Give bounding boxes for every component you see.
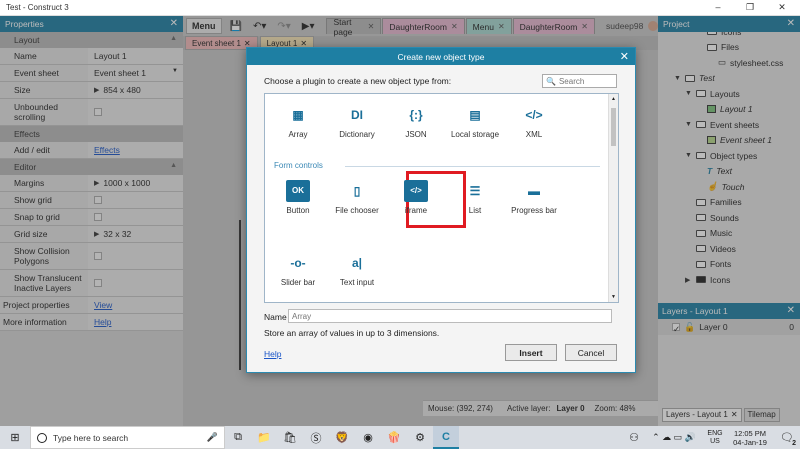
divider bbox=[345, 166, 600, 167]
search-box[interactable]: 🔍 bbox=[542, 74, 617, 88]
notifications-icon[interactable]: 🗨 2 bbox=[774, 426, 800, 449]
plugin-label: Text input bbox=[339, 278, 375, 287]
chrome-icon[interactable]: ◉ bbox=[355, 426, 381, 449]
windows-start-icon[interactable]: ⊞ bbox=[0, 426, 30, 449]
cancel-button[interactable]: Cancel bbox=[565, 344, 617, 361]
name-field[interactable] bbox=[288, 309, 612, 323]
grid-icon: ▦ bbox=[292, 108, 304, 122]
plugin-item[interactable]: ☰ List bbox=[447, 180, 503, 216]
construct-icon[interactable]: C bbox=[433, 426, 459, 449]
plugin-item[interactable]: ▦ Array bbox=[270, 104, 326, 140]
scroll-up-icon[interactable]: ▲ bbox=[611, 96, 616, 102]
maximize-button[interactable]: ❐ bbox=[740, 2, 760, 13]
search-icon: 🔍 bbox=[546, 76, 556, 86]
plugin-item[interactable]: ▤ Local storage bbox=[447, 104, 503, 140]
slider-icon: -o- bbox=[290, 256, 306, 270]
clock[interactable]: 12:05 PM 04-Jan-19 bbox=[726, 429, 774, 447]
plugin-description: Store an array of values in up to 3 dime… bbox=[264, 328, 440, 338]
people-icon[interactable]: ⚇ bbox=[624, 426, 644, 449]
popcorn-icon[interactable]: 🍿 bbox=[381, 426, 407, 449]
button-icon: OK bbox=[286, 180, 310, 202]
task-view-icon[interactable]: ⧉ bbox=[225, 426, 251, 449]
notification-count: 2 bbox=[792, 440, 796, 447]
brave-icon[interactable]: 🦁 bbox=[329, 426, 355, 449]
plugin-item[interactable]: </> iframe bbox=[388, 180, 444, 216]
plugin-label: Slider bar bbox=[280, 278, 316, 287]
list-icon: ☰ bbox=[469, 184, 481, 198]
plugin-item[interactable]: OK Button bbox=[270, 180, 326, 216]
plugin-label: iframe bbox=[404, 206, 428, 215]
plugin-item[interactable]: a| Text input bbox=[329, 252, 385, 288]
text-input-icon: a| bbox=[351, 256, 363, 270]
plugin-label: JSON bbox=[405, 130, 427, 139]
plugin-label: Local storage bbox=[450, 130, 500, 139]
minimize-button[interactable]: – bbox=[708, 2, 728, 12]
dialog-title: Create new object type bbox=[397, 52, 485, 62]
dictionary-icon: DI bbox=[351, 108, 363, 122]
plugin-label: Dictionary bbox=[339, 130, 375, 139]
close-window-button[interactable]: ✕ bbox=[772, 2, 792, 13]
plugin-label: XML bbox=[525, 130, 543, 139]
iframe-icon: </> bbox=[404, 180, 428, 202]
xml-icon: </> bbox=[525, 108, 543, 122]
name-label: Name bbox=[264, 312, 287, 322]
taskbar-search[interactable]: Type here to search 🎤 bbox=[30, 426, 225, 449]
dialog-header: Create new object type ✕ bbox=[247, 48, 635, 65]
lang-code: ENG bbox=[707, 429, 723, 437]
help-link[interactable]: Help bbox=[264, 349, 281, 359]
plugin-list: Form controls ▲ ▼ ▦ Array DI Dictionary {:} J… bbox=[264, 93, 619, 303]
microphone-icon[interactable]: 🎤 bbox=[207, 432, 224, 443]
clock-time: 12:05 PM bbox=[733, 428, 767, 438]
search-input[interactable] bbox=[558, 76, 614, 86]
store-icon[interactable]: 🛍 bbox=[277, 426, 303, 449]
window-title: Test - Construct 3 bbox=[6, 3, 69, 12]
plugin-item[interactable]: DI Dictionary bbox=[329, 104, 385, 140]
plugin-item[interactable]: </> XML bbox=[506, 104, 562, 140]
plugin-label: Array bbox=[288, 130, 308, 139]
taskbar-search-text[interactable]: Type here to search bbox=[53, 433, 128, 443]
scroll-down-icon[interactable]: ▼ bbox=[611, 294, 616, 300]
plugin-label: Button bbox=[286, 206, 310, 215]
region-code: US bbox=[710, 437, 720, 445]
plugin-label: File chooser bbox=[335, 206, 379, 215]
form-controls-heading: Form controls bbox=[274, 161, 323, 170]
plugin-label: Progress bar bbox=[511, 206, 557, 215]
plugin-label: List bbox=[468, 206, 482, 215]
dialog-prompt: Choose a plugin to create a new object t… bbox=[264, 76, 452, 86]
search-icon bbox=[37, 432, 47, 443]
progress-bar-icon: ▬ bbox=[528, 184, 540, 198]
scrollbar-thumb[interactable] bbox=[611, 108, 616, 146]
file-chooser-icon: ▯ bbox=[353, 184, 361, 198]
json-icon: {:} bbox=[409, 108, 423, 122]
insert-button[interactable]: Insert bbox=[505, 344, 557, 361]
plugin-item[interactable]: ▯ File chooser bbox=[329, 180, 385, 216]
plugin-item[interactable]: {:} JSON bbox=[388, 104, 444, 140]
create-object-dialog: Create new object type ✕ Choose a plugin… bbox=[246, 47, 636, 373]
language-indicator[interactable]: ENG US bbox=[704, 430, 726, 446]
title-bar: Test - Construct 3 – ❐ ✕ bbox=[0, 0, 800, 16]
skype-icon[interactable]: Ⓢ bbox=[303, 426, 329, 449]
taskbar: ⊞ Type here to search 🎤 ⧉ 📁 🛍 Ⓢ 🦁 ◉ 🍿 ⚙ … bbox=[0, 426, 800, 449]
plugin-item[interactable]: ▬ Progress bar bbox=[506, 180, 562, 216]
system-tray-icons[interactable]: ⌃ ☁ ▭ 🔊 bbox=[644, 426, 704, 449]
close-icon[interactable]: ✕ bbox=[620, 50, 629, 63]
scrollbar[interactable]: ▲ ▼ bbox=[608, 94, 618, 302]
settings-icon[interactable]: ⚙ bbox=[407, 426, 433, 449]
plugin-item[interactable]: -o- Slider bar bbox=[270, 252, 326, 288]
file-explorer-icon[interactable]: 📁 bbox=[251, 426, 277, 449]
local-storage-icon: ▤ bbox=[469, 108, 481, 122]
clock-date: 04-Jan-19 bbox=[733, 437, 767, 447]
